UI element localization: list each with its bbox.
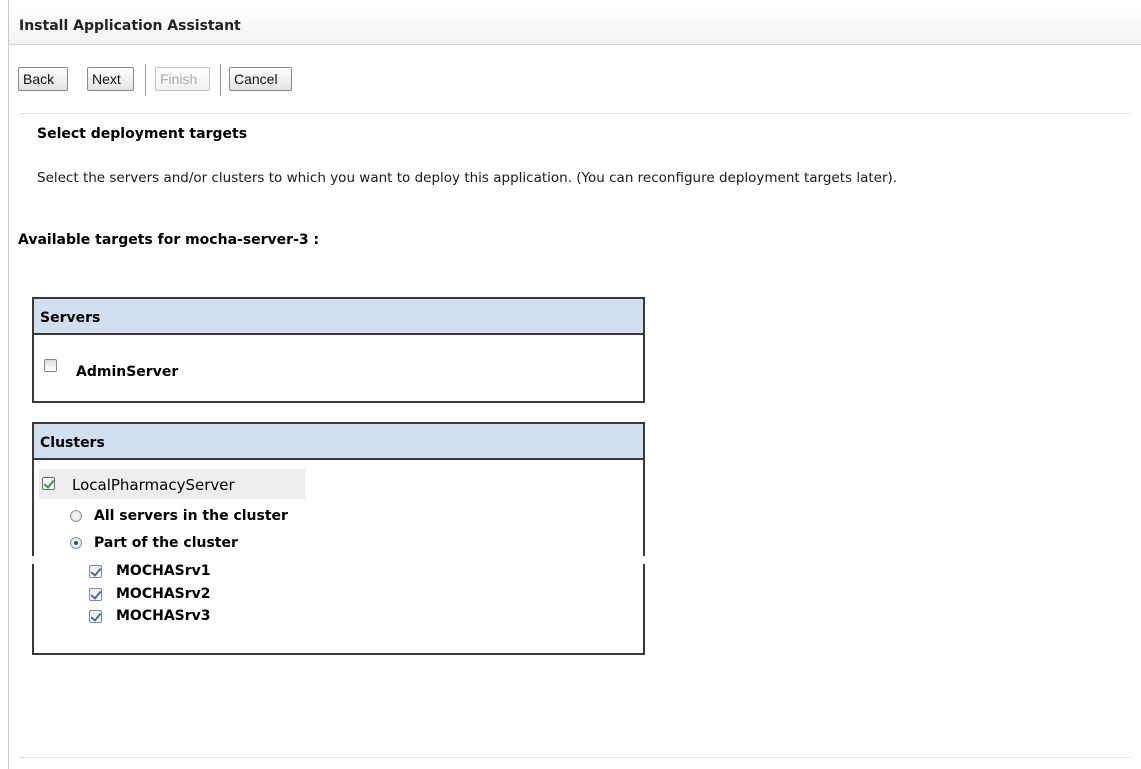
part-of-cluster-label: Part of the cluster <box>94 535 238 551</box>
adminserver-checkbox[interactable] <box>44 359 57 372</box>
clusters-panel: Clusters LocalPharmacyServer All servers… <box>32 422 645 655</box>
cancel-button[interactable]: Cancel <box>229 67 292 91</box>
window-title: Install Application Assistant <box>19 18 241 34</box>
section-description: Select the servers and/or clusters to wh… <box>37 170 898 186</box>
adminserver-label: AdminServer <box>76 364 179 380</box>
localpharmacyserver-checkbox[interactable] <box>42 477 55 490</box>
all-servers-radio[interactable] <box>70 510 82 522</box>
mochasrv3-label: MOCHASrv3 <box>116 608 211 624</box>
section-heading: Select deployment targets <box>37 126 248 142</box>
border-gap <box>32 556 34 564</box>
mochasrv2-checkbox[interactable] <box>89 588 102 601</box>
border-gap <box>643 556 645 564</box>
localpharmacyserver-label: LocalPharmacyServer <box>72 476 235 494</box>
available-targets-label: Available targets for mocha-server-3 : <box>18 232 320 248</box>
mochasrv1-checkbox[interactable] <box>89 565 102 578</box>
back-button[interactable]: Back <box>18 67 68 91</box>
mochasrv3-checkbox[interactable] <box>89 610 102 623</box>
part-of-cluster-radio[interactable] <box>70 537 82 549</box>
title-bar: Install Application Assistant <box>9 8 1141 45</box>
divider <box>20 113 1130 114</box>
servers-panel: Servers AdminServer <box>32 297 645 403</box>
toolbar-separator <box>220 64 221 96</box>
clusters-list: LocalPharmacyServer All servers in the c… <box>34 460 643 653</box>
servers-list: AdminServer <box>34 335 643 401</box>
servers-header: Servers <box>34 299 643 335</box>
finish-button[interactable]: Finish <box>155 67 210 91</box>
bottom-divider <box>20 757 1130 758</box>
mochasrv1-label: MOCHASrv1 <box>116 563 211 579</box>
next-button[interactable]: Next <box>87 67 134 91</box>
mochasrv2-label: MOCHASrv2 <box>116 586 211 602</box>
clusters-header: Clusters <box>34 424 643 460</box>
all-servers-label: All servers in the cluster <box>94 508 288 524</box>
toolbar-separator <box>145 64 146 96</box>
